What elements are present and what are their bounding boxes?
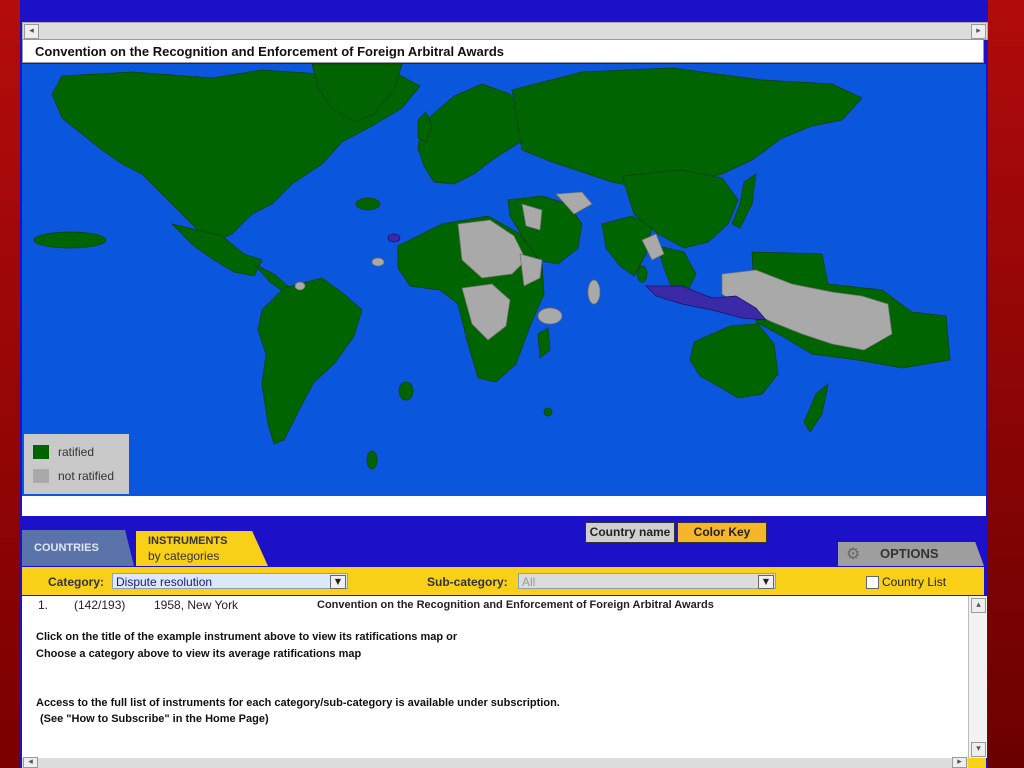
tab-instruments-title: INSTRUMENTS <box>148 535 228 547</box>
map-footer-strip <box>22 496 986 516</box>
country-island <box>398 381 414 401</box>
chevron-down-icon[interactable]: ▼ <box>330 575 346 589</box>
top-horizontal-scrollbar[interactable]: ◂ ▸ <box>22 22 988 40</box>
country-island-grey <box>371 257 385 267</box>
tab-instruments[interactable]: INSTRUMENTS by categories <box>136 531 268 566</box>
country-hawaii-area <box>33 231 107 249</box>
info-message-3: Access to the full list of instruments f… <box>36 697 560 709</box>
info-message-1: Click on the title of the example instru… <box>36 631 458 643</box>
legend-not-ratified: not ratified <box>33 468 114 484</box>
country-island <box>366 450 378 470</box>
scroll-left-icon[interactable]: ◂ <box>24 24 39 39</box>
category-label: Category: <box>48 575 105 589</box>
list-vertical-scrollbar[interactable]: ▴ ▾ <box>968 596 987 758</box>
subcategory-select[interactable]: All ▼ <box>518 573 776 589</box>
country-island-grey <box>294 281 306 291</box>
instrument-list: 1. (142/193) 1958, New York Convention o… <box>22 596 968 768</box>
country-island-highlight <box>387 233 401 243</box>
legend-label-not-ratified: not ratified <box>58 469 115 483</box>
scroll-right-icon[interactable]: ▸ <box>952 757 967 768</box>
instrument-title-link[interactable]: Convention on the Recognition and Enforc… <box>317 599 714 611</box>
country-island-grey <box>587 279 601 305</box>
key-bar: Country name Color Key <box>585 522 767 543</box>
filter-bar: Category: Dispute resolution ▼ Sub-categ… <box>22 567 984 595</box>
color-key-button[interactable]: Color Key <box>677 522 767 543</box>
category-select[interactable]: Dispute resolution ▼ <box>112 573 348 589</box>
country-name-button[interactable]: Country name <box>585 522 675 543</box>
map-title: Convention on the Recognition and Enforc… <box>22 39 984 63</box>
country-south-america <box>257 277 363 445</box>
slide-frame-left <box>0 0 20 768</box>
legend-swatch-ratified <box>33 445 49 459</box>
category-select-value: Dispute resolution <box>116 575 213 589</box>
legend-ratified: ratified <box>33 444 94 460</box>
info-message-2: Choose a category above to view its aver… <box>36 648 362 660</box>
world-map-svg[interactable] <box>22 64 986 496</box>
country-europe <box>417 83 523 185</box>
scroll-right-icon[interactable]: ▸ <box>971 24 986 39</box>
instrument-ratification-count: (142/193) <box>74 598 126 612</box>
checkbox-icon[interactable] <box>866 575 879 589</box>
tab-instruments-subtitle: by categories <box>148 549 220 563</box>
scroll-left-icon[interactable]: ◂ <box>23 757 38 768</box>
country-island <box>355 197 381 211</box>
instrument-year-place: 1958, New York <box>154 598 239 612</box>
world-map[interactable]: ratified not ratified <box>22 64 986 496</box>
country-australia <box>689 323 779 399</box>
info-message-4: (See "How to Subscribe" in the Home Page… <box>40 713 269 725</box>
app-window: ◂ ▸ Convention on the Recognition and En… <box>20 0 988 768</box>
tab-countries[interactable]: COUNTRIES <box>22 530 134 566</box>
scroll-corner <box>968 758 986 768</box>
country-island <box>636 265 648 283</box>
country-madagascar <box>537 327 551 359</box>
list-horizontal-scrollbar[interactable]: ◂ ▸ <box>22 757 986 768</box>
country-island-grey <box>537 307 563 325</box>
map-legend: ratified not ratified <box>24 434 129 494</box>
slide-frame-right <box>988 0 1024 768</box>
tab-options[interactable]: ⚙ OPTIONS <box>838 542 984 566</box>
country-list-checkbox[interactable]: Country List <box>866 575 946 589</box>
tab-options-label: OPTIONS <box>880 546 939 561</box>
instrument-number: 1. <box>38 598 49 612</box>
chevron-down-icon[interactable]: ▼ <box>758 575 774 589</box>
legend-label-ratified: ratified <box>58 445 95 459</box>
country-new-zealand <box>803 383 829 433</box>
scroll-up-icon[interactable]: ▴ <box>971 598 986 613</box>
gear-icon: ⚙ <box>846 546 861 563</box>
subcategory-select-value: All <box>522 575 536 589</box>
subcategory-label: Sub-category: <box>427 575 508 589</box>
country-island <box>543 407 553 417</box>
scroll-down-icon[interactable]: ▾ <box>971 742 986 757</box>
legend-swatch-not-ratified <box>33 469 49 483</box>
country-russia <box>511 67 863 189</box>
country-list-label: Country List <box>882 575 947 589</box>
